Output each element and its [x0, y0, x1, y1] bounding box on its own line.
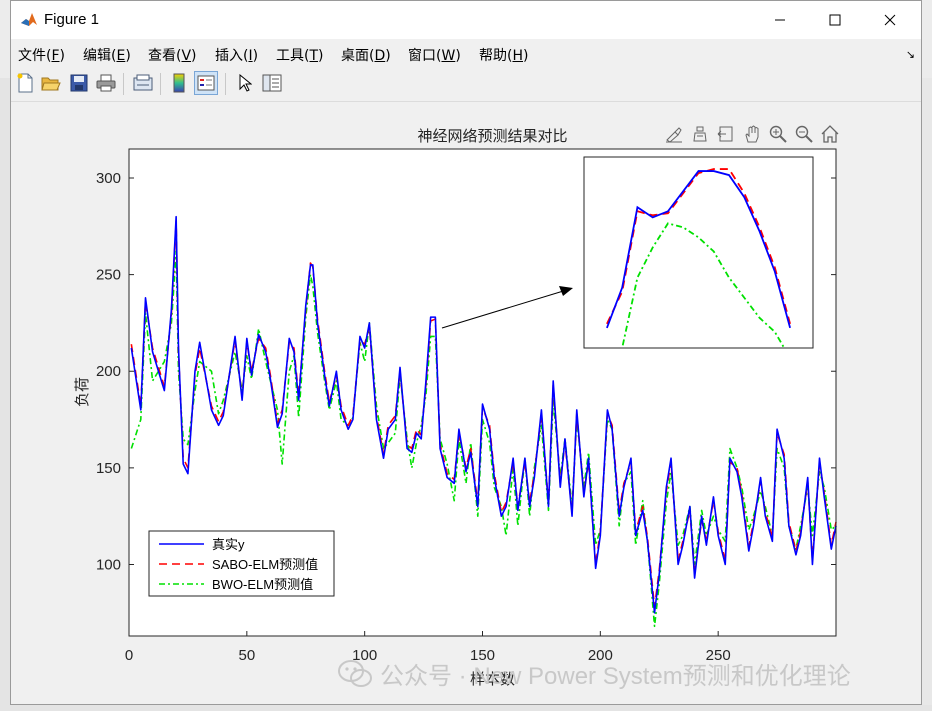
select-arrow-button[interactable]	[233, 71, 257, 95]
menu-desktop[interactable]: 桌面(D)	[341, 45, 391, 65]
save-icon	[70, 74, 88, 92]
dock-arrow-icon[interactable]: ↘	[906, 48, 915, 61]
inset-axes	[583, 156, 814, 349]
window-title: Figure 1	[44, 11, 100, 28]
y-tick-label: 150	[96, 460, 121, 477]
legend-label-2: BWO-ELM预测值	[212, 577, 313, 592]
legend-label-0: 真实y	[212, 537, 245, 552]
menu-tools[interactable]: 工具(T)	[276, 45, 324, 65]
minimize-icon	[775, 19, 785, 21]
y-axis-label: 负荷	[74, 377, 91, 407]
legend: 真实y SABO-ELM预测值 BWO-ELM预测值	[148, 530, 335, 597]
link-plot-button[interactable]	[131, 71, 155, 95]
insert-legend-button[interactable]	[194, 71, 218, 95]
wechat-logo-icon	[338, 659, 372, 687]
insert-legend-icon	[197, 75, 215, 91]
matlab-icon	[20, 11, 38, 29]
watermark: 公众号 · New Power System预测和优化理论	[338, 656, 851, 691]
save-button[interactable]	[67, 71, 91, 95]
open-file-icon	[41, 77, 61, 91]
figure-canvas: 0 50 100 150 200 250 100 150 200 250 300 神经网络预测结果对…	[11, 102, 921, 704]
menu-insert[interactable]: 插入(I)	[215, 45, 258, 65]
figure-window: Figure 1 文件(F) 编辑(E) 查看(V) 插入(I) 工具(T) 桌…	[10, 0, 922, 705]
menu-bar: 文件(F) 编辑(E) 查看(V) 插入(I) 工具(T) 桌面(D) 窗口(W…	[11, 39, 921, 67]
close-button[interactable]	[867, 1, 913, 39]
toolbar-separator	[160, 73, 161, 95]
select-arrow-icon	[239, 74, 252, 92]
inset-background	[584, 157, 813, 348]
property-inspector-icon	[262, 74, 282, 92]
chart-title: 神经网络预测结果对比	[417, 128, 567, 145]
new-figure-button[interactable]	[13, 71, 37, 95]
menu-window[interactable]: 窗口(W)	[408, 45, 461, 65]
toolbar-separator	[123, 73, 124, 95]
open-file-button[interactable]	[39, 71, 63, 95]
menu-help[interactable]: 帮助(H)	[479, 45, 528, 65]
y-tick-label: 300	[96, 170, 121, 187]
link-plot-icon	[133, 74, 153, 91]
x-tick-label: 0	[125, 647, 133, 664]
toolbar-separator	[225, 73, 226, 95]
figure-toolbar	[11, 67, 921, 102]
maximize-icon	[829, 14, 841, 26]
legend-label-1: SABO-ELM预测值	[212, 557, 318, 572]
menu-file[interactable]: 文件(F)	[18, 45, 65, 65]
background-bottom-edge	[0, 705, 932, 711]
y-tick-label: 200	[96, 363, 121, 380]
menu-view[interactable]: 查看(V)	[148, 45, 197, 65]
background-window-edge	[0, 78, 10, 711]
menu-edit[interactable]: 编辑(E)	[83, 45, 131, 65]
y-tick-label: 250	[96, 267, 121, 284]
close-icon	[884, 14, 896, 26]
title-bar: Figure 1	[11, 1, 921, 39]
watermark-text: 公众号 · New Power System预测和优化理论	[380, 663, 851, 690]
x-tick-label: 50	[238, 647, 255, 664]
chart-svg: 0 50 100 150 200 250100150200250300 神经网络预测结果对…	[74, 128, 837, 688]
print-button[interactable]	[94, 71, 118, 95]
print-icon	[96, 74, 116, 92]
insert-colorbar-button[interactable]	[167, 71, 191, 95]
maximize-button[interactable]	[812, 1, 858, 39]
insert-colorbar-icon	[173, 73, 185, 93]
new-figure-icon	[17, 73, 33, 93]
property-inspector-button[interactable]	[260, 71, 284, 95]
y-tick-label: 100	[96, 556, 121, 573]
minimize-button[interactable]	[757, 1, 803, 39]
